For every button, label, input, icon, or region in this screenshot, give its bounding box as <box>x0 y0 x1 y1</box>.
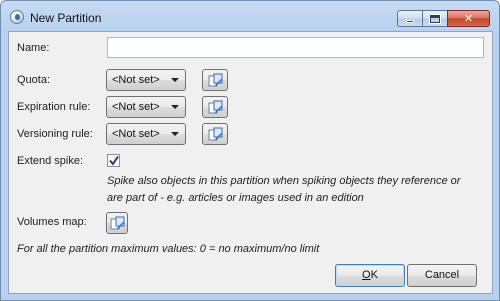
edit-volumes-map-icon <box>110 216 125 230</box>
edit-rule-icon <box>208 73 223 87</box>
quota-dropdown[interactable]: <Not set> <box>106 69 186 91</box>
versioning-rule-edit-button[interactable] <box>202 123 228 145</box>
name-label: Name: <box>17 42 50 54</box>
title-bar[interactable]: New Partition ✕ <box>1 1 499 31</box>
expiration-rule-value: <Not set> <box>112 101 160 113</box>
minimize-icon <box>406 19 414 23</box>
ok-button[interactable]: OK <box>335 264 405 287</box>
name-input[interactable] <box>107 37 484 58</box>
versioning-rule-value: <Not set> <box>112 128 160 140</box>
extend-spike-checkbox[interactable] <box>107 154 120 167</box>
quota-label: Quota: <box>17 74 51 86</box>
extend-spike-description-line1: Spike also objects in this partition whe… <box>107 175 461 187</box>
close-icon: ✕ <box>463 13 474 25</box>
extend-spike-description-line2: are part of - e.g. articles or images us… <box>107 192 364 204</box>
chevron-down-icon <box>171 132 179 136</box>
quota-edit-button[interactable] <box>202 69 228 91</box>
chevron-down-icon <box>171 105 179 109</box>
maximize-button[interactable] <box>422 10 448 27</box>
max-values-note: For all the partition maximum values: 0 … <box>17 243 320 255</box>
versioning-rule-dropdown[interactable]: <Not set> <box>106 123 186 145</box>
window-title: New Partition <box>30 11 102 25</box>
dialog-body: Name: Quota: <Not set> Expiration rule: … <box>8 31 493 294</box>
minimize-button[interactable] <box>397 10 423 27</box>
edit-rule-icon <box>208 127 223 141</box>
cancel-button[interactable]: Cancel <box>407 264 477 287</box>
extend-spike-label: Extend spike: <box>17 155 84 167</box>
ok-accelerator: O <box>362 269 371 281</box>
extend-spike-description: Spike also objects in this partition whe… <box>107 173 460 207</box>
expiration-rule-dropdown[interactable]: <Not set> <box>106 96 186 118</box>
volumes-map-edit-button[interactable] <box>106 212 128 234</box>
caption-buttons: ✕ <box>397 10 490 27</box>
quota-value: <Not set> <box>112 74 160 86</box>
close-button[interactable]: ✕ <box>447 10 490 27</box>
checkmark-icon <box>109 155 119 166</box>
ok-label-rest: K <box>370 269 378 281</box>
edit-rule-icon <box>208 100 223 114</box>
expiration-rule-edit-button[interactable] <box>202 96 228 118</box>
versioning-rule-label: Versioning rule: <box>17 128 93 140</box>
dialog-window: New Partition ✕ Name: Quota: <Not set> E… <box>0 0 500 301</box>
app-icon <box>10 10 24 24</box>
maximize-icon <box>430 14 440 23</box>
chevron-down-icon <box>171 78 179 82</box>
volumes-map-label: Volumes map: <box>17 216 87 228</box>
expiration-rule-label: Expiration rule: <box>17 101 91 113</box>
